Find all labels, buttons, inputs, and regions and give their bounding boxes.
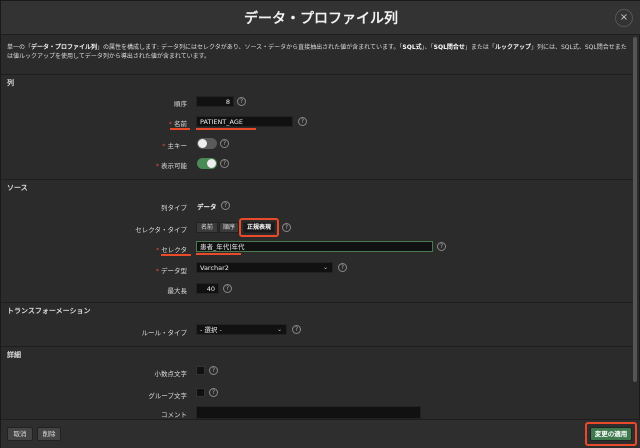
desc-text: 」、「 — [421, 44, 434, 51]
group-char-label: グループ文字 — [148, 392, 187, 400]
dialog: データ・プロファイル列 × 単一の「データ・プロファイル列」の属性を構成します:… — [0, 0, 640, 448]
data-type-select[interactable]: Varchar2 ⌄ — [196, 262, 333, 273]
selector-label-text: セレクタ — [161, 246, 187, 254]
desc-bold: SQL式 — [402, 44, 422, 51]
delete-button[interactable]: 削除 — [37, 427, 61, 441]
name-value-underline — [196, 128, 256, 130]
desc-bold: SQL問合せ — [433, 44, 465, 51]
column-type-label: 列タイプ — [161, 204, 187, 212]
rule-type-select[interactable]: - 選択 - ⌄ — [196, 324, 287, 335]
help-icon[interactable]: ? — [338, 263, 347, 272]
visible-label-text: 表示可能 — [161, 162, 187, 170]
primary-key-label-text: 主キー — [167, 142, 188, 150]
data-type-value: Varchar2 — [200, 264, 229, 272]
dialog-footer: 取消 削除 変更の適用 — [1, 419, 640, 448]
visible-toggle[interactable] — [197, 158, 217, 169]
max-length-input[interactable]: 40 — [196, 283, 219, 294]
help-icon[interactable]: ? — [282, 223, 291, 232]
section-transformation: トランスフォーメーション — [1, 302, 633, 316]
data-type-label: * データ型 — [121, 265, 187, 275]
help-icon[interactable]: ? — [237, 97, 246, 106]
dialog-title: データ・プロファイル列 — [244, 11, 398, 27]
help-icon[interactable]: ? — [292, 325, 301, 334]
chevron-down-icon: ⌄ — [322, 264, 328, 271]
required-marker: * — [162, 142, 166, 150]
desc-bold: ルックアップ — [494, 44, 531, 51]
decimal-char-label: 小数点文字 — [154, 370, 188, 378]
desc-text: 」または「 — [464, 44, 495, 51]
help-icon[interactable]: ? — [221, 201, 230, 210]
name-label-underline — [170, 128, 190, 130]
primary-key-label: * 主キー — [121, 140, 187, 150]
desc-text: 」の属性を構成します: データ列にはセレクタがあり、ソース・データから直接抽出さ… — [97, 44, 403, 51]
desc-bold: データ・プロファイル列 — [31, 44, 98, 51]
required-marker: * — [168, 120, 172, 128]
sequence-input[interactable]: 8 — [196, 96, 234, 107]
scrollbar[interactable] — [633, 37, 637, 382]
visible-label: * 表示可能 — [121, 160, 187, 170]
help-icon[interactable]: ? — [437, 242, 446, 251]
help-icon[interactable]: ? — [220, 159, 229, 168]
selector-label-underline — [161, 254, 191, 256]
selector-value-underline — [196, 253, 241, 255]
required-marker: * — [155, 267, 159, 275]
selector-input[interactable]: 患者_年代|年代 — [196, 241, 433, 252]
name-label: * 名前 — [121, 118, 187, 128]
close-icon[interactable]: × — [615, 9, 633, 27]
cancel-button[interactable]: 取消 — [7, 427, 33, 441]
desc-text: 単一の「 — [7, 44, 32, 51]
column-type-value: データ — [197, 203, 217, 211]
help-icon[interactable]: ? — [223, 284, 232, 293]
max-length-label: 最大長 — [167, 287, 188, 295]
toggle-knob — [198, 139, 207, 148]
group-char-input[interactable] — [196, 388, 205, 397]
required-marker: * — [156, 246, 160, 254]
chevron-down-icon: ⌄ — [276, 326, 282, 333]
comment-label: コメント — [161, 411, 187, 419]
selector-type-option-name[interactable]: 名前 — [196, 222, 218, 233]
section-column: 列 — [1, 74, 633, 88]
apply-highlight-box — [585, 422, 637, 446]
section-details: 詳細 — [1, 346, 633, 360]
rule-type-label: ルール・タイプ — [141, 329, 188, 337]
data-type-label-text: データ型 — [161, 267, 187, 275]
toggle-knob — [207, 159, 216, 168]
name-label-text: 名前 — [174, 120, 187, 128]
selector-type-label: セレクタ・タイプ — [135, 226, 187, 234]
name-input[interactable]: PATIENT_AGE — [196, 116, 293, 127]
dialog-description: 単一の「データ・プロファイル列」の属性を構成します: データ列にはセレクタがあり… — [7, 43, 631, 61]
required-marker: * — [155, 162, 159, 170]
help-icon[interactable]: ? — [209, 366, 218, 375]
selector-type-option-order[interactable]: 順序 — [219, 222, 239, 233]
rule-type-value: - 選択 - — [200, 326, 222, 334]
help-icon[interactable]: ? — [298, 117, 307, 126]
selector-label: * セレクタ — [121, 244, 187, 254]
help-icon[interactable]: ? — [209, 388, 218, 397]
section-source: ソース — [1, 179, 633, 193]
regex-highlight-box — [239, 218, 279, 237]
primary-key-toggle[interactable] — [197, 138, 217, 149]
comment-textarea[interactable] — [196, 406, 421, 419]
sequence-label: 順序 — [174, 100, 187, 108]
decimal-char-input[interactable] — [196, 366, 205, 375]
help-icon[interactable]: ? — [220, 139, 229, 148]
dialog-titlebar: データ・プロファイル列 × — [1, 1, 640, 35]
